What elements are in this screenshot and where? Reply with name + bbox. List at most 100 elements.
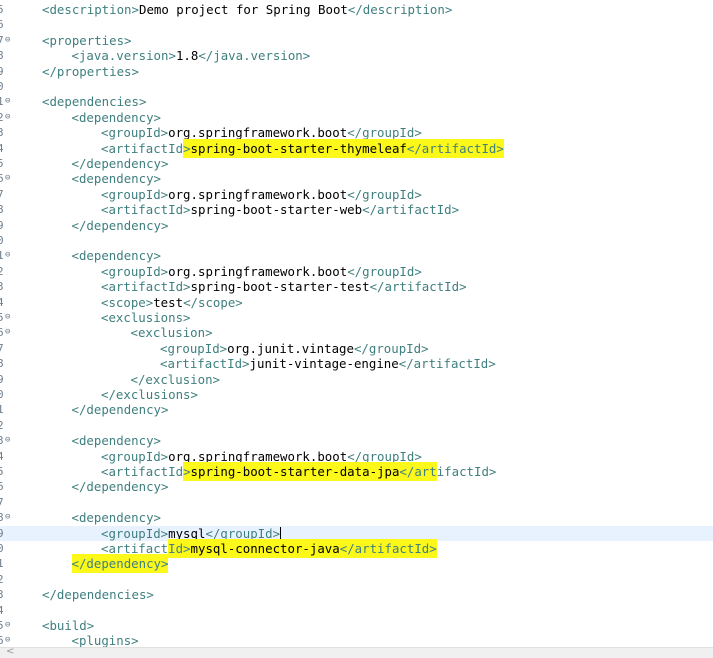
xml-tag: <plugins>	[71, 633, 139, 647]
code-line[interactable]: 1 </dependency>	[0, 554, 713, 574]
xml-value: junit-vintage-engine	[249, 356, 399, 372]
line-number: 8	[0, 49, 4, 63]
line-number: 4	[0, 295, 4, 309]
code-line[interactable]: 3 <artifactId>spring-boot-starter-test</a…	[0, 279, 713, 294]
code-line[interactable]: 6 ⊖ <dependency>	[0, 171, 713, 186]
fold-toggle-icon[interactable]: ⊖	[5, 171, 10, 186]
line-number: 1	[0, 557, 4, 571]
xml-tag: <artifactId	[101, 464, 184, 479]
chevron-left-icon[interactable]: <	[6, 646, 14, 657]
line-number: 0	[0, 388, 4, 401]
code-line[interactable]: 6	[0, 17, 713, 32]
code-line[interactable]: 3 </dependencies>	[0, 587, 713, 602]
code-text: <artifactId>junit-vintage-engine</artifa…	[160, 356, 496, 371]
code-line[interactable]: 2	[0, 418, 713, 433]
xml-tag: </scope>	[183, 294, 243, 310]
code-line[interactable]: 3 <groupId>org.springframework.boot</grou…	[0, 125, 713, 140]
code-text: </properties>	[42, 64, 139, 79]
code-text: <groupId>org.junit.vintage</groupId>	[160, 341, 429, 356]
code-line[interactable]: 6 ⊖ <exclusion>	[0, 325, 713, 340]
code-line[interactable]: 7	[0, 495, 713, 510]
xml-code-editor[interactable]: 5 <description>Demo project for Spring Bo…	[0, 0, 713, 647]
code-line[interactable]: 2	[0, 572, 713, 587]
code-line[interactable]: 8 ⊖ <dependency>	[0, 510, 713, 525]
code-line[interactable]: 9 </exclusion>	[0, 372, 713, 387]
code-line[interactable]: 3 ⊖ <dependency>	[0, 433, 713, 448]
line-number: 2	[0, 418, 4, 432]
line-number: 3	[0, 280, 4, 294]
code-line[interactable]: 6 ⊖ <plugins>	[0, 633, 713, 647]
code-line[interactable]: 1 ⊖ <dependencies>	[0, 94, 713, 109]
xml-value: spring-boot-starter-thymeleaf	[190, 138, 407, 158]
line-number: 0	[0, 234, 4, 247]
code-line[interactable]: 8 <java.version>1.8</java.version>	[0, 48, 713, 63]
fold-toggle-icon[interactable]: ⊖	[5, 633, 10, 647]
fold-toggle-icon[interactable]: ⊖	[5, 33, 10, 48]
code-line[interactable]: 2 <groupId>org.springframework.boot</grou…	[0, 264, 713, 279]
code-line[interactable]: 2 ⊖ <dependency>	[0, 110, 713, 125]
fold-toggle-icon[interactable]: ⊖	[5, 248, 10, 263]
code-text: <dependency>	[72, 110, 162, 125]
code-text: <dependency>	[72, 510, 162, 525]
code-line[interactable]: 0	[0, 233, 713, 248]
code-line[interactable]: 1 ⊖ <dependency>	[0, 248, 713, 263]
code-line[interactable]: 5 <description>Demo project for Spring Bo…	[0, 2, 713, 17]
code-line[interactable]: 4 <artifactId>spring-boot-starter-thymele…	[0, 138, 713, 158]
code-line[interactable]: 1 </dependency>	[0, 402, 713, 417]
code-text: </dependency>	[71, 554, 169, 574]
xml-tag: <properties>	[42, 32, 132, 48]
code-line[interactable]: 4	[0, 603, 713, 618]
line-number: 7	[0, 495, 4, 509]
fold-toggle-icon[interactable]: ⊖	[5, 325, 10, 340]
xml-tag: <description>	[42, 2, 139, 17]
xml-tag: </exclusions>	[101, 387, 198, 402]
code-line[interactable]: 5 </dependency>	[0, 156, 713, 171]
fold-toggle-icon[interactable]: ⊖	[5, 510, 10, 525]
line-number: 4	[0, 141, 4, 155]
xml-value: spring-boot-starter-data-jpa	[190, 462, 400, 481]
xml-tag: </dependency>	[71, 156, 169, 171]
code-line[interactable]: 5 ⊖ <exclusions>	[0, 310, 713, 325]
code-text: <artifactId>spring-boot-starter-test</ar…	[101, 279, 467, 294]
code-line[interactable]: 7 ⊖ <properties>	[0, 33, 713, 48]
code-text: <exclusion>	[131, 325, 213, 340]
code-line[interactable]: 8 <artifactId>spring-boot-starter-web</ar…	[0, 202, 713, 217]
code-text: <exclusions>	[101, 310, 191, 325]
line-number: 3	[0, 126, 4, 140]
code-line[interactable]: 9 </properties>	[0, 64, 713, 79]
code-line[interactable]: 5 <artifactId>spring-boot-starter-data-jp…	[0, 462, 713, 481]
xml-tag: </exclusion>	[130, 371, 221, 387]
fold-toggle-icon[interactable]: ⊖	[5, 310, 10, 325]
xml-tag: <java.version>	[71, 48, 176, 64]
fold-toggle-icon[interactable]: ⊖	[5, 618, 10, 633]
fold-toggle-icon[interactable]: ⊖	[5, 110, 10, 125]
code-text: </exclusion>	[131, 372, 221, 387]
line-number: 9	[0, 64, 4, 78]
code-line[interactable]: 9 </dependency>	[0, 218, 713, 233]
code-line[interactable]: 6 </dependency>	[0, 479, 713, 494]
fold-toggle-icon[interactable]: ⊖	[5, 433, 10, 448]
code-line[interactable]: 0	[0, 79, 713, 94]
code-text: <java.version>1.8</java.version>	[72, 48, 311, 63]
code-line[interactable]: 8 <artifactId>junit-vintage-engine</artif…	[0, 356, 713, 371]
horizontal-scrollbar[interactable]: <	[0, 646, 713, 658]
xml-tag: <dependencies>	[42, 94, 147, 110]
xml-tag: </properties>	[42, 63, 139, 79]
code-line[interactable]: 7 <groupId>org.springframework.boot</grou…	[0, 187, 713, 202]
line-number: 3	[0, 588, 4, 602]
line-number: 6	[0, 480, 4, 494]
code-line[interactable]: 0 </exclusions>	[0, 387, 713, 402]
code-line[interactable]: 5 ⊖ <build>	[0, 618, 713, 633]
xml-tag: <scope>	[101, 294, 154, 310]
line-number: 5	[0, 157, 4, 170]
code-text: </dependency>	[72, 479, 169, 494]
code-text: <dependency>	[72, 248, 162, 263]
xml-tag: <artifactId	[101, 140, 184, 156]
code-line[interactable]: 7 <groupId>org.junit.vintage</groupId>	[0, 341, 713, 356]
code-text: <plugins>	[72, 633, 139, 647]
code-line[interactable]: 4 <scope>test</scope>	[0, 295, 713, 310]
code-text: <dependencies>	[42, 94, 146, 109]
xml-value: 1.8	[175, 48, 199, 64]
xml-tag: </artifactId>	[339, 539, 437, 558]
fold-toggle-icon[interactable]: ⊖	[5, 94, 10, 109]
